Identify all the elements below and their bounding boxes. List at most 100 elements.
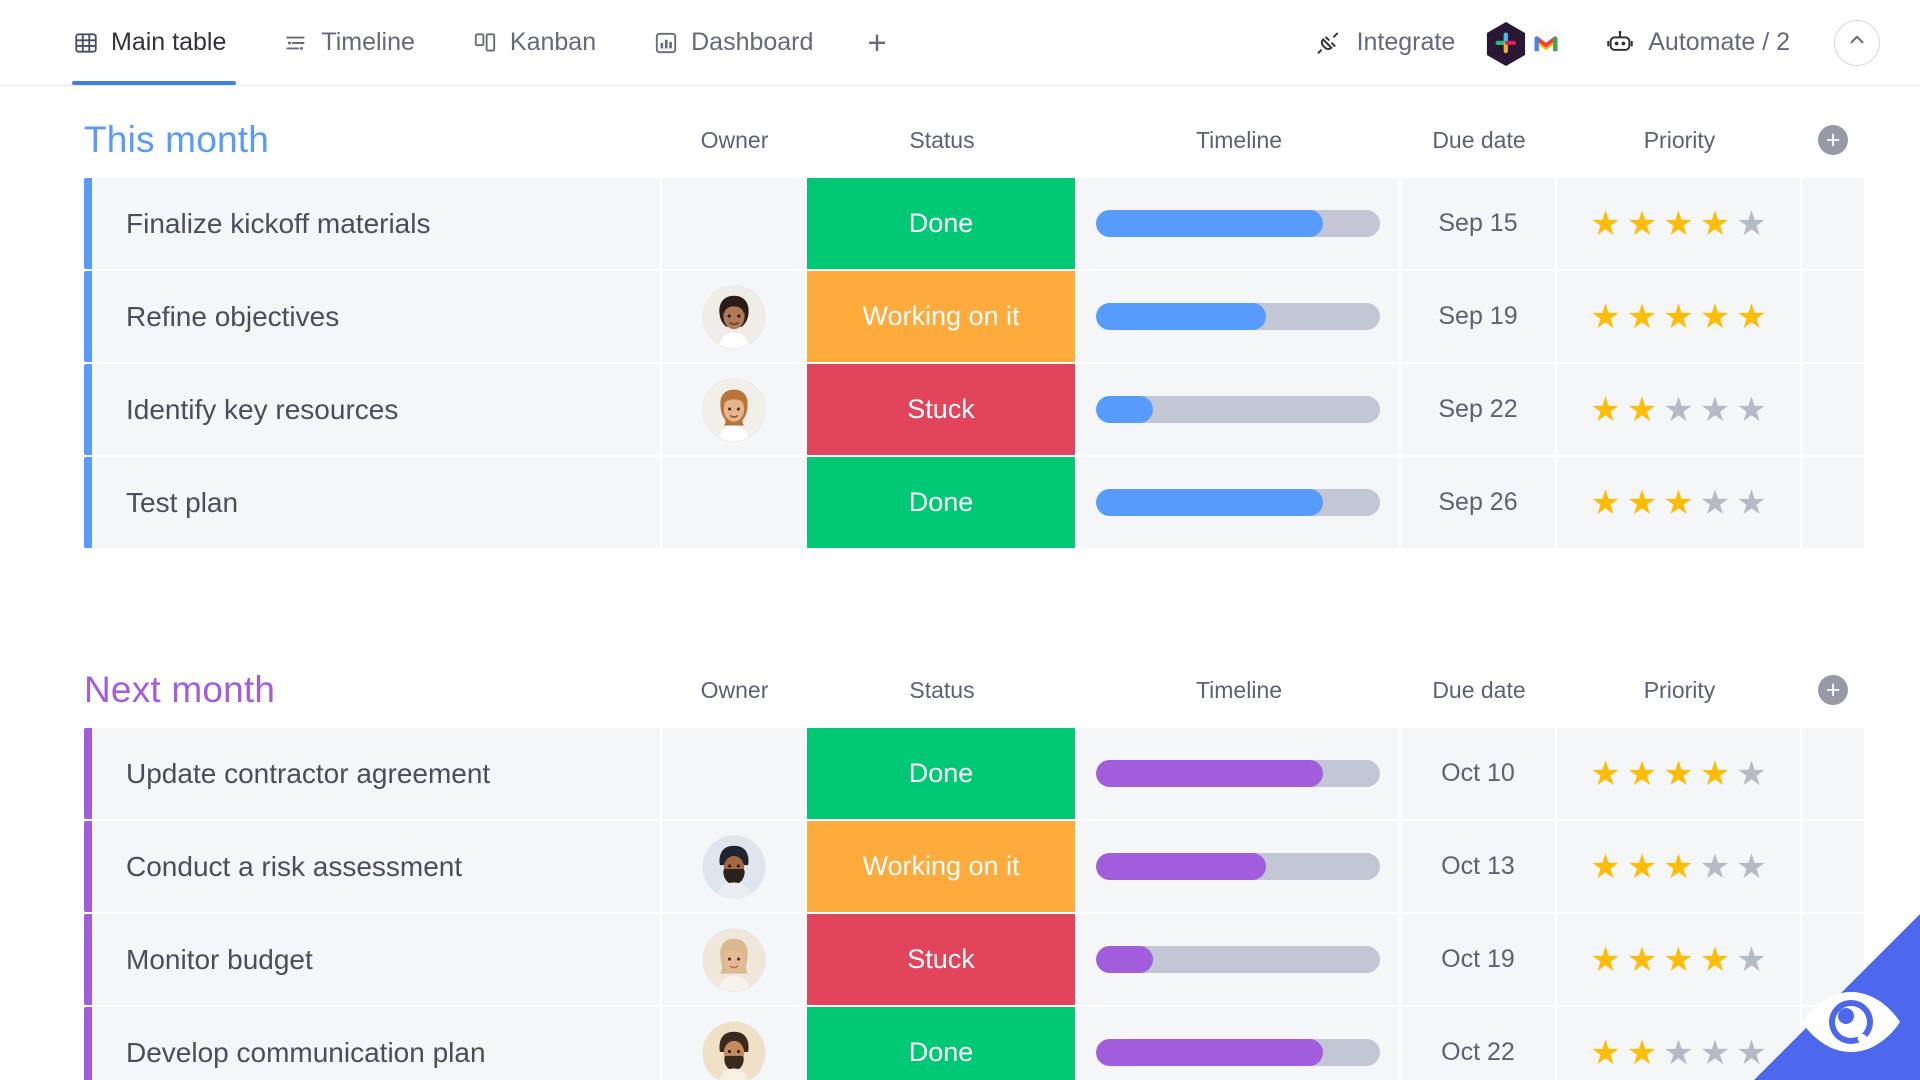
row-name[interactable]: Refine objectives	[92, 271, 662, 362]
column-header-status[interactable]: Status	[807, 127, 1077, 154]
row-timeline[interactable]	[1077, 1007, 1401, 1080]
row-due-date[interactable]: Sep 19	[1401, 271, 1557, 362]
star-icon[interactable]: ★	[1590, 943, 1620, 977]
table-row[interactable]: Refine objectives Working on it Sep 19 ★…	[84, 271, 1864, 362]
star-icon[interactable]: ★	[1700, 943, 1730, 977]
star-icon[interactable]: ★	[1663, 207, 1693, 241]
column-header-status[interactable]: Status	[807, 677, 1077, 704]
star-icon[interactable]: ★	[1700, 393, 1730, 427]
column-header-timeline[interactable]: Timeline	[1077, 127, 1401, 154]
star-icon[interactable]: ★	[1663, 1036, 1693, 1070]
star-icon[interactable]: ★	[1627, 943, 1657, 977]
row-due-date[interactable]: Oct 19	[1401, 914, 1557, 1005]
row-timeline[interactable]	[1077, 457, 1401, 548]
star-icon[interactable]: ★	[1627, 300, 1657, 334]
star-icon[interactable]: ★	[1700, 300, 1730, 334]
row-priority[interactable]: ★ ★ ★ ★ ★	[1557, 271, 1802, 362]
star-icon[interactable]: ★	[1700, 1036, 1730, 1070]
gmail-logo[interactable]	[1525, 21, 1566, 66]
star-icon[interactable]: ★	[1700, 757, 1730, 791]
star-icon[interactable]: ★	[1663, 757, 1693, 791]
avatar[interactable]	[702, 1021, 765, 1080]
tab-timeline[interactable]: Timeline	[254, 1, 443, 85]
star-icon[interactable]: ★	[1736, 1036, 1766, 1070]
row-status[interactable]: Working on it	[807, 821, 1075, 912]
column-header-owner[interactable]: Owner	[662, 677, 807, 704]
row-owner[interactable]	[662, 728, 807, 819]
row-timeline[interactable]	[1077, 728, 1401, 819]
star-icon[interactable]: ★	[1590, 207, 1620, 241]
star-icon[interactable]: ★	[1700, 207, 1730, 241]
collapse-toolbar-button[interactable]	[1834, 19, 1880, 66]
star-icon[interactable]: ★	[1627, 850, 1657, 884]
row-name[interactable]: Finalize kickoff materials	[92, 178, 662, 269]
star-icon[interactable]: ★	[1736, 300, 1766, 334]
row-priority[interactable]: ★ ★ ★ ★ ★	[1557, 728, 1802, 819]
row-due-date[interactable]: Sep 15	[1401, 178, 1557, 269]
row-name[interactable]: Monitor budget	[92, 914, 662, 1005]
column-header-due-date[interactable]: Due date	[1401, 127, 1557, 154]
star-icon[interactable]: ★	[1736, 486, 1766, 520]
star-icon[interactable]: ★	[1663, 850, 1693, 884]
tab-dashboard[interactable]: Dashboard	[624, 1, 841, 85]
table-row[interactable]: Develop communication plan Done Oct 22 ★…	[84, 1007, 1864, 1080]
star-icon[interactable]: ★	[1627, 757, 1657, 791]
star-icon[interactable]: ★	[1736, 943, 1766, 977]
star-icon[interactable]: ★	[1663, 300, 1693, 334]
row-due-date[interactable]: Oct 10	[1401, 728, 1557, 819]
row-owner[interactable]	[662, 1007, 807, 1080]
row-priority[interactable]: ★ ★ ★ ★ ★	[1557, 457, 1802, 548]
row-due-date[interactable]: Sep 26	[1401, 457, 1557, 548]
avatar[interactable]	[702, 835, 765, 898]
row-owner[interactable]	[662, 457, 807, 548]
column-header-owner[interactable]: Owner	[662, 127, 807, 154]
row-priority[interactable]: ★ ★ ★ ★ ★	[1557, 178, 1802, 269]
add-column-button[interactable]: +	[1818, 675, 1848, 705]
row-timeline[interactable]	[1077, 364, 1401, 455]
avatar[interactable]	[702, 928, 765, 991]
row-status[interactable]: Stuck	[807, 364, 1075, 455]
star-icon[interactable]: ★	[1590, 850, 1620, 884]
star-icon[interactable]: ★	[1590, 1036, 1620, 1070]
row-priority[interactable]: ★ ★ ★ ★ ★	[1557, 914, 1802, 1005]
column-header-priority[interactable]: Priority	[1557, 127, 1802, 154]
integrate-button[interactable]: Integrate	[1292, 28, 1478, 58]
row-status[interactable]: Done	[807, 1007, 1075, 1080]
star-icon[interactable]: ★	[1700, 850, 1730, 884]
row-status[interactable]: Working on it	[807, 271, 1075, 362]
avatar[interactable]	[702, 378, 765, 441]
column-header-due-date[interactable]: Due date	[1401, 677, 1557, 704]
group-title[interactable]: This month	[84, 119, 269, 161]
table-row[interactable]: Finalize kickoff materials Done Sep 15 ★…	[84, 178, 1864, 269]
star-icon[interactable]: ★	[1663, 486, 1693, 520]
star-icon[interactable]: ★	[1590, 757, 1620, 791]
star-icon[interactable]: ★	[1627, 486, 1657, 520]
row-timeline[interactable]	[1077, 914, 1401, 1005]
star-icon[interactable]: ★	[1700, 486, 1730, 520]
table-row[interactable]: Test plan Done Sep 26 ★ ★ ★ ★ ★	[84, 457, 1864, 548]
table-row[interactable]: Conduct a risk assessment Working on it …	[84, 821, 1864, 912]
column-header-timeline[interactable]: Timeline	[1077, 677, 1401, 704]
row-name[interactable]: Identify key resources	[92, 364, 662, 455]
slack-logo[interactable]	[1485, 21, 1526, 66]
star-icon[interactable]: ★	[1663, 393, 1693, 427]
star-icon[interactable]: ★	[1590, 300, 1620, 334]
row-priority[interactable]: ★ ★ ★ ★ ★	[1557, 364, 1802, 455]
row-due-date[interactable]: Oct 22	[1401, 1007, 1557, 1080]
column-header-priority[interactable]: Priority	[1557, 677, 1802, 704]
star-icon[interactable]: ★	[1736, 207, 1766, 241]
row-name[interactable]: Test plan	[92, 457, 662, 548]
group-title[interactable]: Next month	[84, 669, 275, 711]
row-owner[interactable]	[662, 178, 807, 269]
star-icon[interactable]: ★	[1736, 393, 1766, 427]
row-status[interactable]: Done	[807, 728, 1075, 819]
row-due-date[interactable]: Oct 13	[1401, 821, 1557, 912]
star-icon[interactable]: ★	[1627, 1036, 1657, 1070]
row-status[interactable]: Stuck	[807, 914, 1075, 1005]
star-icon[interactable]: ★	[1590, 486, 1620, 520]
row-priority[interactable]: ★ ★ ★ ★ ★	[1557, 1007, 1802, 1080]
row-timeline[interactable]	[1077, 821, 1401, 912]
row-priority[interactable]: ★ ★ ★ ★ ★	[1557, 821, 1802, 912]
star-icon[interactable]: ★	[1736, 850, 1766, 884]
table-row[interactable]: Identify key resources Stuck Sep 22 ★ ★ …	[84, 364, 1864, 455]
